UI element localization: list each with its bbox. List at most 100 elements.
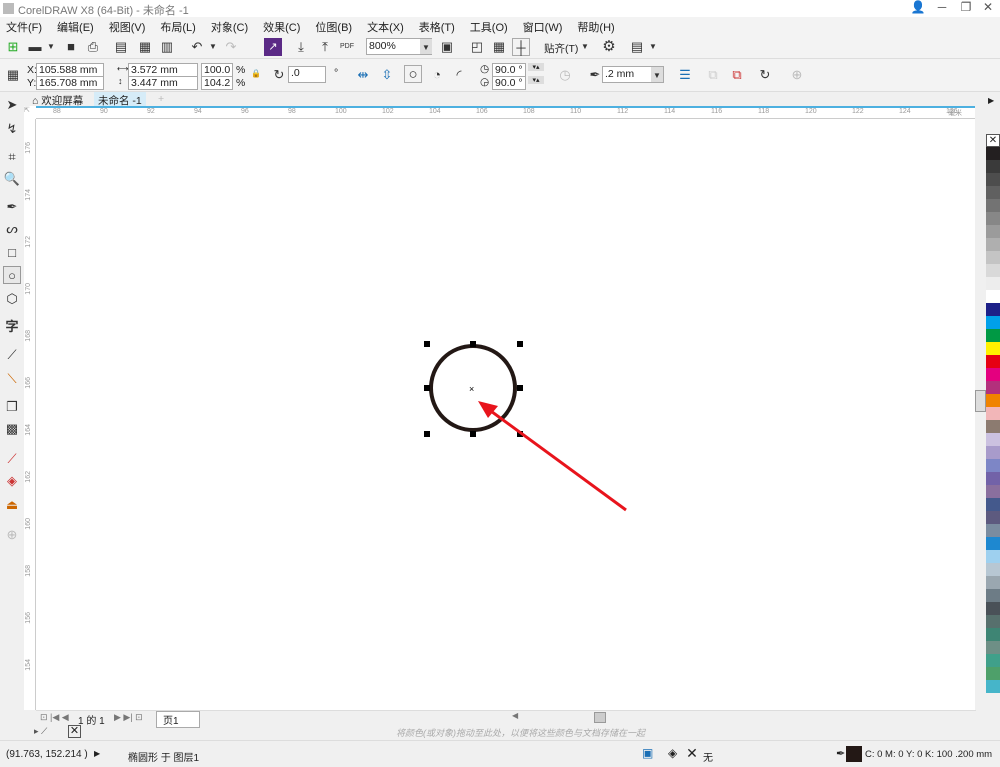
color-swatch[interactable]	[986, 381, 1000, 394]
eyedropper-icon[interactable]: ⟋	[3, 450, 21, 468]
menu-effects[interactable]: 效果(C)	[263, 17, 306, 35]
outline-color-swatch[interactable]	[846, 746, 862, 762]
color-swatch[interactable]	[986, 368, 1000, 381]
snap-to-menu[interactable]: 贴齐(T)	[544, 41, 578, 56]
color-swatch[interactable]	[986, 550, 1000, 563]
zoom-dropdown-icon[interactable]: ▼	[420, 39, 432, 54]
cut-icon[interactable]: ▤	[112, 38, 130, 56]
color-swatch[interactable]	[986, 225, 1000, 238]
horizontal-scrollbar-thumb[interactable]	[594, 712, 606, 723]
end-angle-spinner[interactable]: ▾▴	[528, 76, 544, 84]
color-swatch[interactable]	[986, 186, 1000, 199]
menu-help[interactable]: 帮助(H)	[577, 17, 620, 35]
crop-tool-icon[interactable]: ⌗	[3, 148, 21, 166]
color-swatch[interactable]	[986, 342, 1000, 355]
launcher-dropdown-icon[interactable]: ▼	[644, 38, 662, 56]
color-proof-icon[interactable]: ▣	[642, 746, 653, 760]
object-origin-icon[interactable]: ▦	[4, 66, 22, 84]
start-angle-spinner[interactable]: ▾▴	[528, 63, 544, 71]
lock-ratio-icon[interactable]: 🔒	[251, 69, 261, 78]
pick-tool-icon[interactable]: ➤	[3, 96, 21, 114]
color-swatch[interactable]	[986, 589, 1000, 602]
color-swatch[interactable]	[986, 563, 1000, 576]
color-swatch[interactable]	[986, 264, 1000, 277]
color-swatch[interactable]	[986, 459, 1000, 472]
vertical-scrollbar-thumb[interactable]	[975, 390, 986, 412]
new-tab-button[interactable]: +	[154, 92, 168, 106]
vertical-ruler[interactable]: 176 174 172 170 168 166 164 162 160 158 156 154	[24, 106, 36, 710]
page-nav-forward-buttons[interactable]: ▶ ▶| ⊡	[114, 712, 143, 723]
to-front-icon[interactable]: ⧉	[704, 66, 722, 84]
ellipse-tool-icon[interactable]: ○	[3, 266, 21, 284]
color-swatch[interactable]	[986, 394, 1000, 407]
color-swatch[interactable]	[986, 498, 1000, 511]
color-swatch[interactable]	[986, 199, 1000, 212]
color-swatch[interactable]	[986, 615, 1000, 628]
color-swatch[interactable]	[986, 277, 1000, 290]
color-swatch[interactable]	[986, 628, 1000, 641]
color-swatch[interactable]	[986, 420, 1000, 433]
end-angle-input[interactable]: 90.0 °	[492, 76, 526, 90]
connector-tool-icon[interactable]: ⟍	[3, 370, 21, 388]
no-color-swatch[interactable]: ✕	[68, 725, 81, 738]
y-position-input[interactable]: 165.708 mm	[36, 76, 104, 90]
pie-mode-icon[interactable]: ◔	[428, 66, 446, 84]
rectangle-tool-icon[interactable]: □	[3, 244, 21, 262]
tab-untitled-1[interactable]: 未命名 -1	[94, 92, 146, 107]
color-swatch[interactable]	[986, 667, 1000, 680]
color-swatch[interactable]	[986, 602, 1000, 615]
color-swatch[interactable]	[986, 173, 1000, 186]
color-swatch[interactable]	[986, 537, 1000, 550]
mirror-horizontal-icon[interactable]: ⇹	[354, 66, 372, 84]
add-tool-icon[interactable]: ⊕	[3, 526, 21, 544]
direction-icon[interactable]: ◷	[556, 66, 574, 84]
menu-table[interactable]: 表格(T)	[419, 17, 461, 35]
close-button[interactable]: ✕	[976, 0, 1000, 17]
color-swatch[interactable]	[986, 329, 1000, 342]
color-swatch[interactable]	[986, 472, 1000, 485]
height-input[interactable]: 3.447 mm	[128, 76, 198, 90]
convert-to-curves-icon[interactable]: ↻	[756, 66, 774, 84]
color-swatch[interactable]	[986, 160, 1000, 173]
color-swatch[interactable]	[986, 485, 1000, 498]
pen-tool-icon[interactable]: ✒	[3, 198, 21, 216]
mirror-vertical-icon[interactable]: ⇳	[378, 66, 396, 84]
horizontal-ruler[interactable]: 88 90 92 94 96 98 100 102 104 106 108 110 112 114 116 1…	[36, 106, 975, 119]
menu-object[interactable]: 对象(C)	[211, 17, 254, 35]
zoom-to-page-icon[interactable]: ▣	[438, 38, 456, 56]
x-position-input[interactable]: 105.588 mm	[36, 63, 104, 77]
outline-width-dropdown-icon[interactable]: ▼	[651, 67, 663, 82]
save-icon[interactable]: ■	[62, 38, 80, 56]
color-swatch[interactable]	[986, 433, 1000, 446]
redo-icon[interactable]: ↷	[222, 38, 240, 56]
arc-mode-icon[interactable]: ◜	[450, 66, 468, 84]
scale-y-input[interactable]: 104.2	[201, 76, 233, 90]
palette-no-color[interactable]: ✕	[986, 134, 1000, 147]
show-grid-icon[interactable]: ▦	[490, 38, 508, 56]
paste-icon[interactable]: ▥	[158, 38, 176, 56]
drawing-canvas[interactable]: ×	[36, 119, 975, 710]
menu-text[interactable]: 文本(X)	[367, 17, 410, 35]
color-swatch[interactable]	[986, 147, 1000, 160]
scroll-left-icon[interactable]: ◀	[512, 711, 518, 720]
menu-bitmaps[interactable]: 位图(B)	[315, 17, 358, 35]
page-nav-buttons[interactable]: ⊡ |◀ ◀	[40, 712, 69, 723]
polygon-tool-icon[interactable]: ⬡	[3, 290, 21, 308]
fill-none-swatch[interactable]: ✕	[684, 745, 700, 761]
open-dropdown-icon[interactable]: ▼	[42, 38, 60, 56]
scale-x-input[interactable]: 100.0	[201, 63, 233, 77]
smart-fill-icon[interactable]: ⏏	[3, 496, 21, 514]
drop-shadow-icon[interactable]: ❐	[3, 398, 21, 416]
rotation-input[interactable]: .0	[288, 66, 326, 83]
account-icon[interactable]: 👤	[906, 0, 930, 17]
width-input[interactable]: 3.572 mm	[128, 63, 198, 77]
color-swatch[interactable]	[986, 576, 1000, 589]
undo-dropdown-icon[interactable]: ▼	[204, 38, 222, 56]
show-guidelines-icon[interactable]: ┼	[512, 38, 530, 56]
search-content-icon[interactable]: ↗	[264, 38, 282, 56]
menu-layout[interactable]: 布局(L)	[160, 17, 201, 35]
color-swatch[interactable]	[986, 524, 1000, 537]
docker-expand-icon[interactable]: ▶	[988, 96, 994, 105]
color-swatch[interactable]	[986, 355, 1000, 368]
to-back-icon[interactable]: ⧉	[728, 66, 746, 84]
